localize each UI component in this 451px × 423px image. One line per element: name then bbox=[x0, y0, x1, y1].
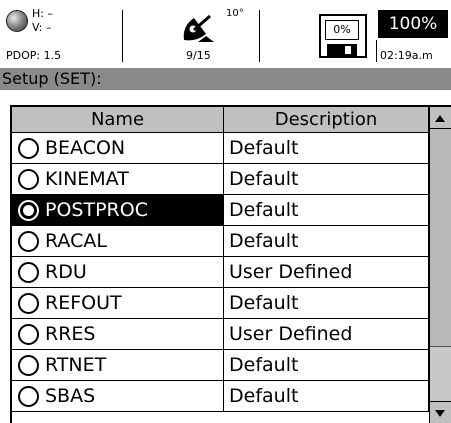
item-name: RACAL bbox=[45, 230, 107, 252]
list-item[interactable]: RRES User Defined bbox=[12, 319, 429, 350]
list-item[interactable]: RDU User Defined bbox=[12, 257, 429, 288]
name-cell: REFOUT bbox=[12, 288, 224, 318]
setup-list: Name Description BEACON Default KINEMAT … bbox=[10, 105, 451, 423]
item-description: Default bbox=[224, 195, 429, 225]
satellite-dish-icon bbox=[183, 14, 214, 42]
floppy-disk-icon: 0% bbox=[319, 14, 371, 60]
arrow-down-icon bbox=[435, 410, 445, 417]
radio-button[interactable] bbox=[18, 386, 39, 407]
item-description: User Defined bbox=[224, 257, 429, 287]
vertical-scrollbar[interactable] bbox=[429, 107, 451, 423]
column-header-name[interactable]: Name bbox=[12, 107, 224, 133]
list-item[interactable]: RTNET Default bbox=[12, 350, 429, 381]
list-item[interactable]: POSTPROC Default bbox=[12, 195, 429, 226]
item-description: Default bbox=[224, 381, 429, 411]
h-precision: H: – bbox=[32, 7, 53, 20]
name-cell: RACAL bbox=[12, 226, 224, 256]
name-cell: BEACON bbox=[12, 133, 224, 163]
list-item[interactable]: SBAS Default bbox=[12, 381, 429, 412]
list-item[interactable]: KINEMAT Default bbox=[12, 164, 429, 195]
item-name: BEACON bbox=[45, 137, 126, 159]
scroll-up-button[interactable] bbox=[430, 107, 451, 129]
list-item[interactable]: BEACON Default bbox=[12, 133, 429, 164]
radio-button[interactable] bbox=[18, 169, 39, 190]
satellite-count: 9/15 bbox=[186, 49, 211, 62]
item-name: REFOUT bbox=[45, 292, 122, 314]
gps-status-orb-icon bbox=[6, 10, 28, 32]
clock-time: 02:19a.m bbox=[380, 49, 433, 62]
name-cell: SBAS bbox=[12, 381, 224, 411]
name-cell: KINEMAT bbox=[12, 164, 224, 194]
memory-used: 0% bbox=[325, 20, 359, 40]
item-description: Default bbox=[224, 164, 429, 194]
item-name: RTNET bbox=[45, 354, 107, 376]
scroll-thumb[interactable] bbox=[430, 129, 451, 347]
item-description: User Defined bbox=[224, 319, 429, 349]
item-description: Default bbox=[224, 288, 429, 318]
page-title: Setup (SET): bbox=[0, 68, 451, 90]
item-name: KINEMAT bbox=[45, 168, 129, 190]
elevation-mask: 10° bbox=[226, 8, 244, 19]
pdop-value: PDOP: 1.5 bbox=[6, 49, 62, 62]
item-description: Default bbox=[224, 226, 429, 256]
status-divider bbox=[259, 10, 260, 62]
arrow-up-icon bbox=[435, 115, 445, 122]
name-cell: RRES bbox=[12, 319, 224, 349]
status-divider bbox=[376, 40, 377, 62]
status-bar: H: – V: – PDOP: 1.5 10° 9/15 0% 100% 02:… bbox=[0, 0, 451, 68]
radio-button[interactable] bbox=[18, 262, 39, 283]
name-cell: RDU bbox=[12, 257, 224, 287]
item-name: RDU bbox=[45, 261, 87, 283]
radio-button[interactable] bbox=[18, 231, 39, 252]
radio-button[interactable] bbox=[18, 200, 39, 221]
item-description: Default bbox=[224, 133, 429, 163]
column-header-description[interactable]: Description bbox=[224, 107, 429, 133]
scroll-down-button[interactable] bbox=[430, 401, 451, 423]
item-name: SBAS bbox=[45, 385, 96, 407]
name-cell: RTNET bbox=[12, 350, 224, 380]
status-divider bbox=[122, 10, 123, 62]
item-name: POSTPROC bbox=[45, 199, 148, 221]
list-item[interactable]: REFOUT Default bbox=[12, 288, 429, 319]
radio-button[interactable] bbox=[18, 138, 39, 159]
item-description: Default bbox=[224, 350, 429, 380]
radio-button[interactable] bbox=[18, 355, 39, 376]
battery-level: 100% bbox=[378, 10, 448, 38]
v-precision: V: – bbox=[32, 21, 52, 34]
radio-button[interactable] bbox=[18, 324, 39, 345]
item-name: RRES bbox=[45, 323, 96, 345]
name-cell: POSTPROC bbox=[12, 195, 224, 225]
list-item[interactable]: RACAL Default bbox=[12, 226, 429, 257]
radio-button[interactable] bbox=[18, 293, 39, 314]
